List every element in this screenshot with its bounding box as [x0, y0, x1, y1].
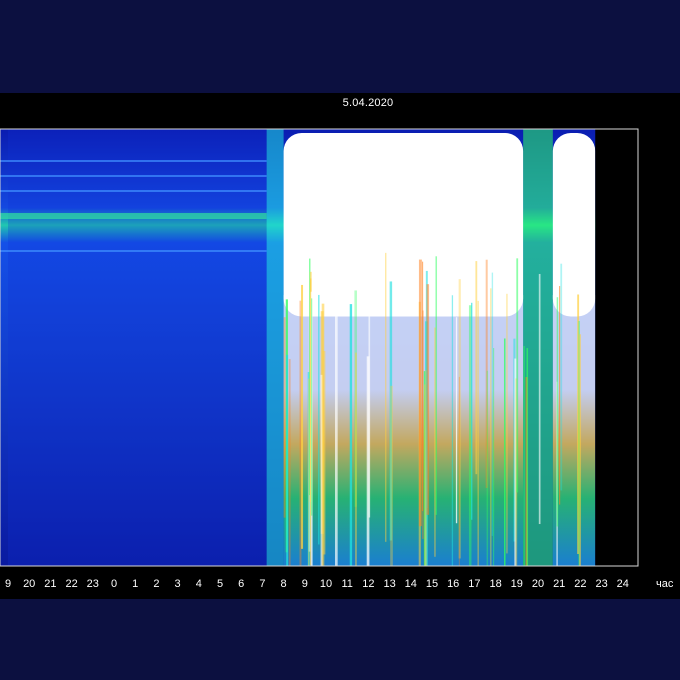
x-tick-label: 19 — [511, 578, 523, 590]
x-tick-label: 2 — [153, 578, 159, 590]
x-tick-label: 22 — [574, 578, 586, 590]
signal-streak — [418, 259, 422, 527]
signal-streak — [475, 261, 478, 475]
x-tick-label: 0 — [111, 578, 117, 590]
x-tick-label: 4 — [196, 578, 202, 590]
x-tick-label: 23 — [595, 578, 607, 590]
signal-streak — [301, 284, 304, 549]
x-tick-label: 9 — [302, 578, 308, 590]
signal-streak — [560, 263, 563, 491]
x-tick-label: 16 — [447, 578, 459, 590]
signal-streak — [435, 256, 438, 515]
signal-streak — [355, 352, 357, 566]
x-tick-label: 20 — [23, 578, 35, 590]
no-data-area — [595, 129, 638, 566]
x-tick-label: 11 — [341, 578, 352, 590]
intensity-band-0 — [8, 129, 267, 566]
signal-streak — [491, 272, 494, 536]
x-tick-label: 13 — [383, 578, 395, 590]
signal-streak — [318, 294, 320, 545]
x-tick-label: 12 — [362, 578, 374, 590]
signal-streak — [516, 258, 519, 493]
horizontal-band — [0, 175, 267, 177]
horizontal-band — [0, 250, 267, 252]
signal-streak — [321, 303, 325, 566]
signal-streak — [311, 298, 313, 516]
horizontal-band — [0, 213, 267, 219]
x-tick-label: 18 — [489, 578, 501, 590]
x-tick-label: 6 — [238, 578, 244, 590]
signal-streak — [503, 338, 506, 566]
spectrogram-plot: 9 20 21 22 23 0 1 2 3 4 5 6 7 8 9 10 11 12 13 14 15 16 17 18 19 2… — [0, 128, 674, 590]
horizontal-band — [0, 160, 267, 162]
x-tick-label: 21 — [44, 578, 56, 590]
horizontal-band — [0, 190, 267, 192]
signal-streak — [468, 305, 472, 566]
x-tick-label: 9 — [5, 578, 11, 590]
x-tick-label: 24 — [617, 578, 629, 590]
signal-streak — [286, 354, 289, 566]
signal-streak — [385, 252, 387, 542]
signal-streak — [486, 370, 489, 566]
intensity-band-1 — [266, 129, 284, 566]
signal-streak — [283, 317, 286, 518]
signal-streak — [506, 293, 508, 554]
heatmap-area — [0, 129, 638, 566]
x-tick-label: 20 — [532, 578, 544, 590]
signal-streak — [493, 348, 495, 566]
x-tick-label: 21 — [553, 578, 565, 590]
signal-streak — [579, 334, 581, 566]
x-tick-label: 17 — [468, 578, 480, 590]
signal-streak — [455, 317, 458, 524]
signal-streak — [523, 346, 525, 566]
signal-streak — [334, 249, 338, 566]
x-tick-label: 15 — [426, 578, 438, 590]
signal-streak — [471, 302, 473, 520]
signal-streak — [422, 310, 424, 539]
signal-streak — [526, 348, 529, 566]
x-tick-label: 10 — [320, 578, 332, 590]
x-tick-label: 14 — [405, 578, 417, 590]
signal-streak — [451, 295, 454, 566]
signal-streak — [288, 359, 291, 566]
x-tick-label: 5 — [217, 578, 223, 590]
signal-streak — [426, 284, 430, 515]
x-tick-label: 8 — [281, 578, 287, 590]
signal-streak — [368, 298, 371, 518]
signal-streak — [425, 370, 427, 566]
signal-streak — [434, 327, 436, 557]
x-axis-unit-label: час — [656, 578, 674, 590]
x-tick-label: 22 — [65, 578, 77, 590]
signal-streak — [477, 300, 480, 566]
signal-streak — [556, 297, 559, 527]
x-tick-label: 7 — [259, 578, 265, 590]
signal-streak — [349, 304, 353, 566]
signal-streak — [490, 288, 492, 566]
x-tick-label: 1 — [132, 578, 138, 590]
signal-streak — [538, 273, 541, 525]
signal-streak — [390, 385, 393, 566]
x-tick-label: 3 — [175, 578, 181, 590]
x-tick-label: 23 — [87, 578, 99, 590]
signal-streak — [559, 286, 561, 505]
